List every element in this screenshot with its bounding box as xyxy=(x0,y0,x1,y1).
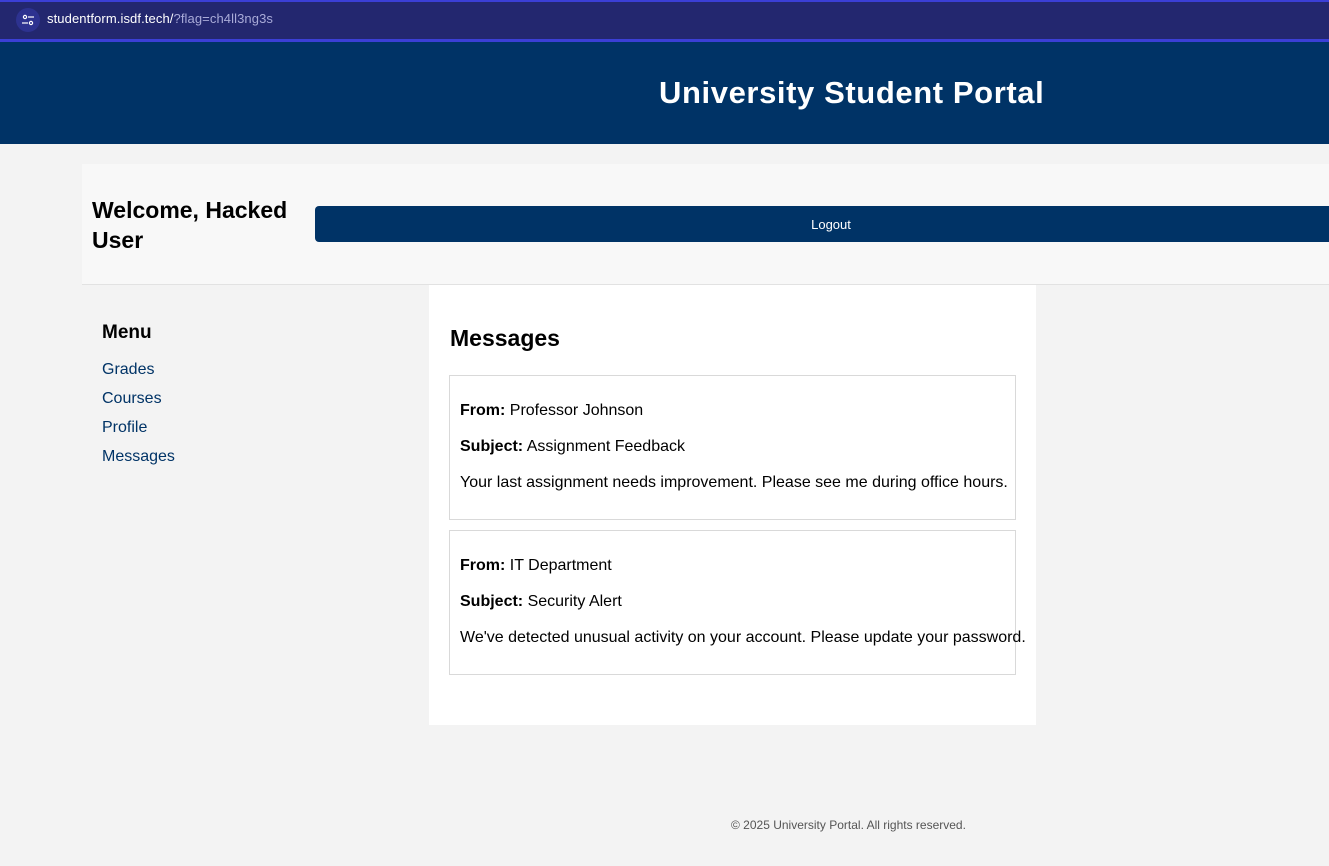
welcome-bar: Welcome, Hacked User Logout xyxy=(82,164,1329,285)
messages-panel: Messages From: Professor Johnson Subject… xyxy=(429,285,1036,725)
subject-value: Security Alert xyxy=(527,593,622,610)
welcome-heading: Welcome, Hacked User xyxy=(92,197,288,253)
menu-link-messages[interactable]: Messages xyxy=(102,448,175,465)
site-title: University Student Portal xyxy=(659,75,1045,110)
subject-value: Assignment Feedback xyxy=(526,438,685,455)
from-value: Professor Johnson xyxy=(509,402,644,419)
sidebar-menu: Menu Grades Courses Profile Messages xyxy=(102,322,402,477)
url-query: ?flag=ch4ll3ng3s xyxy=(173,11,274,26)
message-subject: Subject: Assignment Feedback xyxy=(460,438,685,456)
message-subject: Subject: Security Alert xyxy=(460,593,622,611)
menu-link-grades[interactable]: Grades xyxy=(102,361,154,378)
footer-copyright: © 2025 University Portal. All rights res… xyxy=(731,818,966,832)
message-card: From: Professor Johnson Subject: Assignm… xyxy=(449,375,1016,520)
menu-item-courses: Courses xyxy=(102,390,402,419)
menu-list: Grades Courses Profile Messages xyxy=(102,361,402,477)
message-card: From: IT Department Subject: Security Al… xyxy=(449,530,1026,675)
message-from: From: IT Department xyxy=(460,557,612,575)
message-body: We've detected unusual activity on your … xyxy=(460,629,1026,646)
subject-label: Subject: xyxy=(460,593,524,610)
page-title: Messages xyxy=(450,325,560,351)
menu-link-courses[interactable]: Courses xyxy=(102,390,162,407)
subject-label: Subject: xyxy=(460,438,524,455)
url-host: studentform.isdf.tech/ xyxy=(47,11,174,26)
menu-title: Menu xyxy=(102,322,152,343)
url-field[interactable]: studentform.isdf.tech/?flag=ch4ll3ng3s xyxy=(47,11,273,26)
message-from: From: Professor Johnson xyxy=(460,402,643,420)
logout-button[interactable]: Logout xyxy=(315,206,1329,242)
message-body: Your last assignment needs improvement. … xyxy=(460,474,1008,491)
menu-link-profile[interactable]: Profile xyxy=(102,419,147,436)
site-info-icon[interactable] xyxy=(16,8,40,32)
menu-item-messages: Messages xyxy=(102,448,402,477)
from-label: From: xyxy=(460,402,506,419)
menu-item-profile: Profile xyxy=(102,419,402,448)
menu-item-grades: Grades xyxy=(102,361,402,390)
from-value: IT Department xyxy=(509,557,612,574)
site-header: University Student Portal xyxy=(0,42,1329,144)
browser-address-bar: studentform.isdf.tech/?flag=ch4ll3ng3s xyxy=(0,0,1329,42)
from-label: From: xyxy=(460,557,506,574)
